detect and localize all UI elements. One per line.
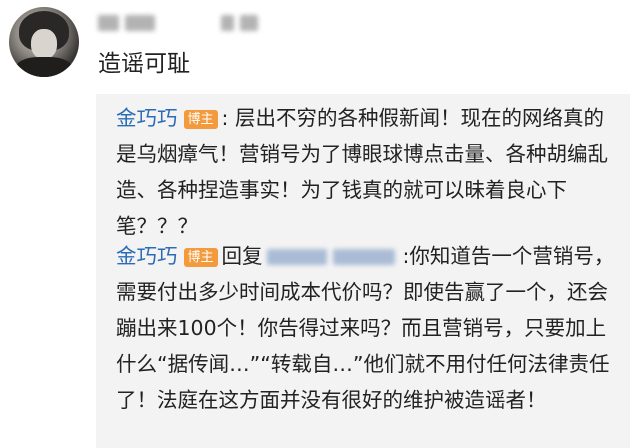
avatar-face [31, 29, 57, 59]
reply-author-link[interactable]: 金巧巧 [116, 106, 178, 130]
blogger-badge: 博主 [183, 248, 218, 267]
mention-redacted-link[interactable] [263, 246, 403, 268]
reply-author-link[interactable]: 金巧巧 [116, 244, 178, 268]
reply-text: :你知道告一个营销号，需要付出多少时间成本代价吗？即使告赢了一个，还会蹦出来10… [116, 244, 615, 412]
avatar[interactable] [9, 7, 79, 77]
comment-text: 造谣可耻 [98, 51, 190, 77]
avatar-body [15, 57, 73, 77]
username-redacted[interactable] [98, 13, 258, 33]
blogger-badge: 博主 [183, 110, 218, 129]
reply-item: 金巧巧 博主: 层出不穷的各种假新闻！现在的网络真的是乌烟瘴气！营销号为了博眼球博… [116, 100, 622, 244]
reply-thread: 金巧巧 博主: 层出不穷的各种假新闻！现在的网络真的是乌烟瘴气！营销号为了博眼球博… [96, 94, 630, 448]
reply-prefix: 回复 [221, 244, 263, 268]
reply-item: 金巧巧 博主 回复:你知道告一个营销号，需要付出多少时间成本代价吗？即使告赢了一个，… [116, 238, 622, 418]
